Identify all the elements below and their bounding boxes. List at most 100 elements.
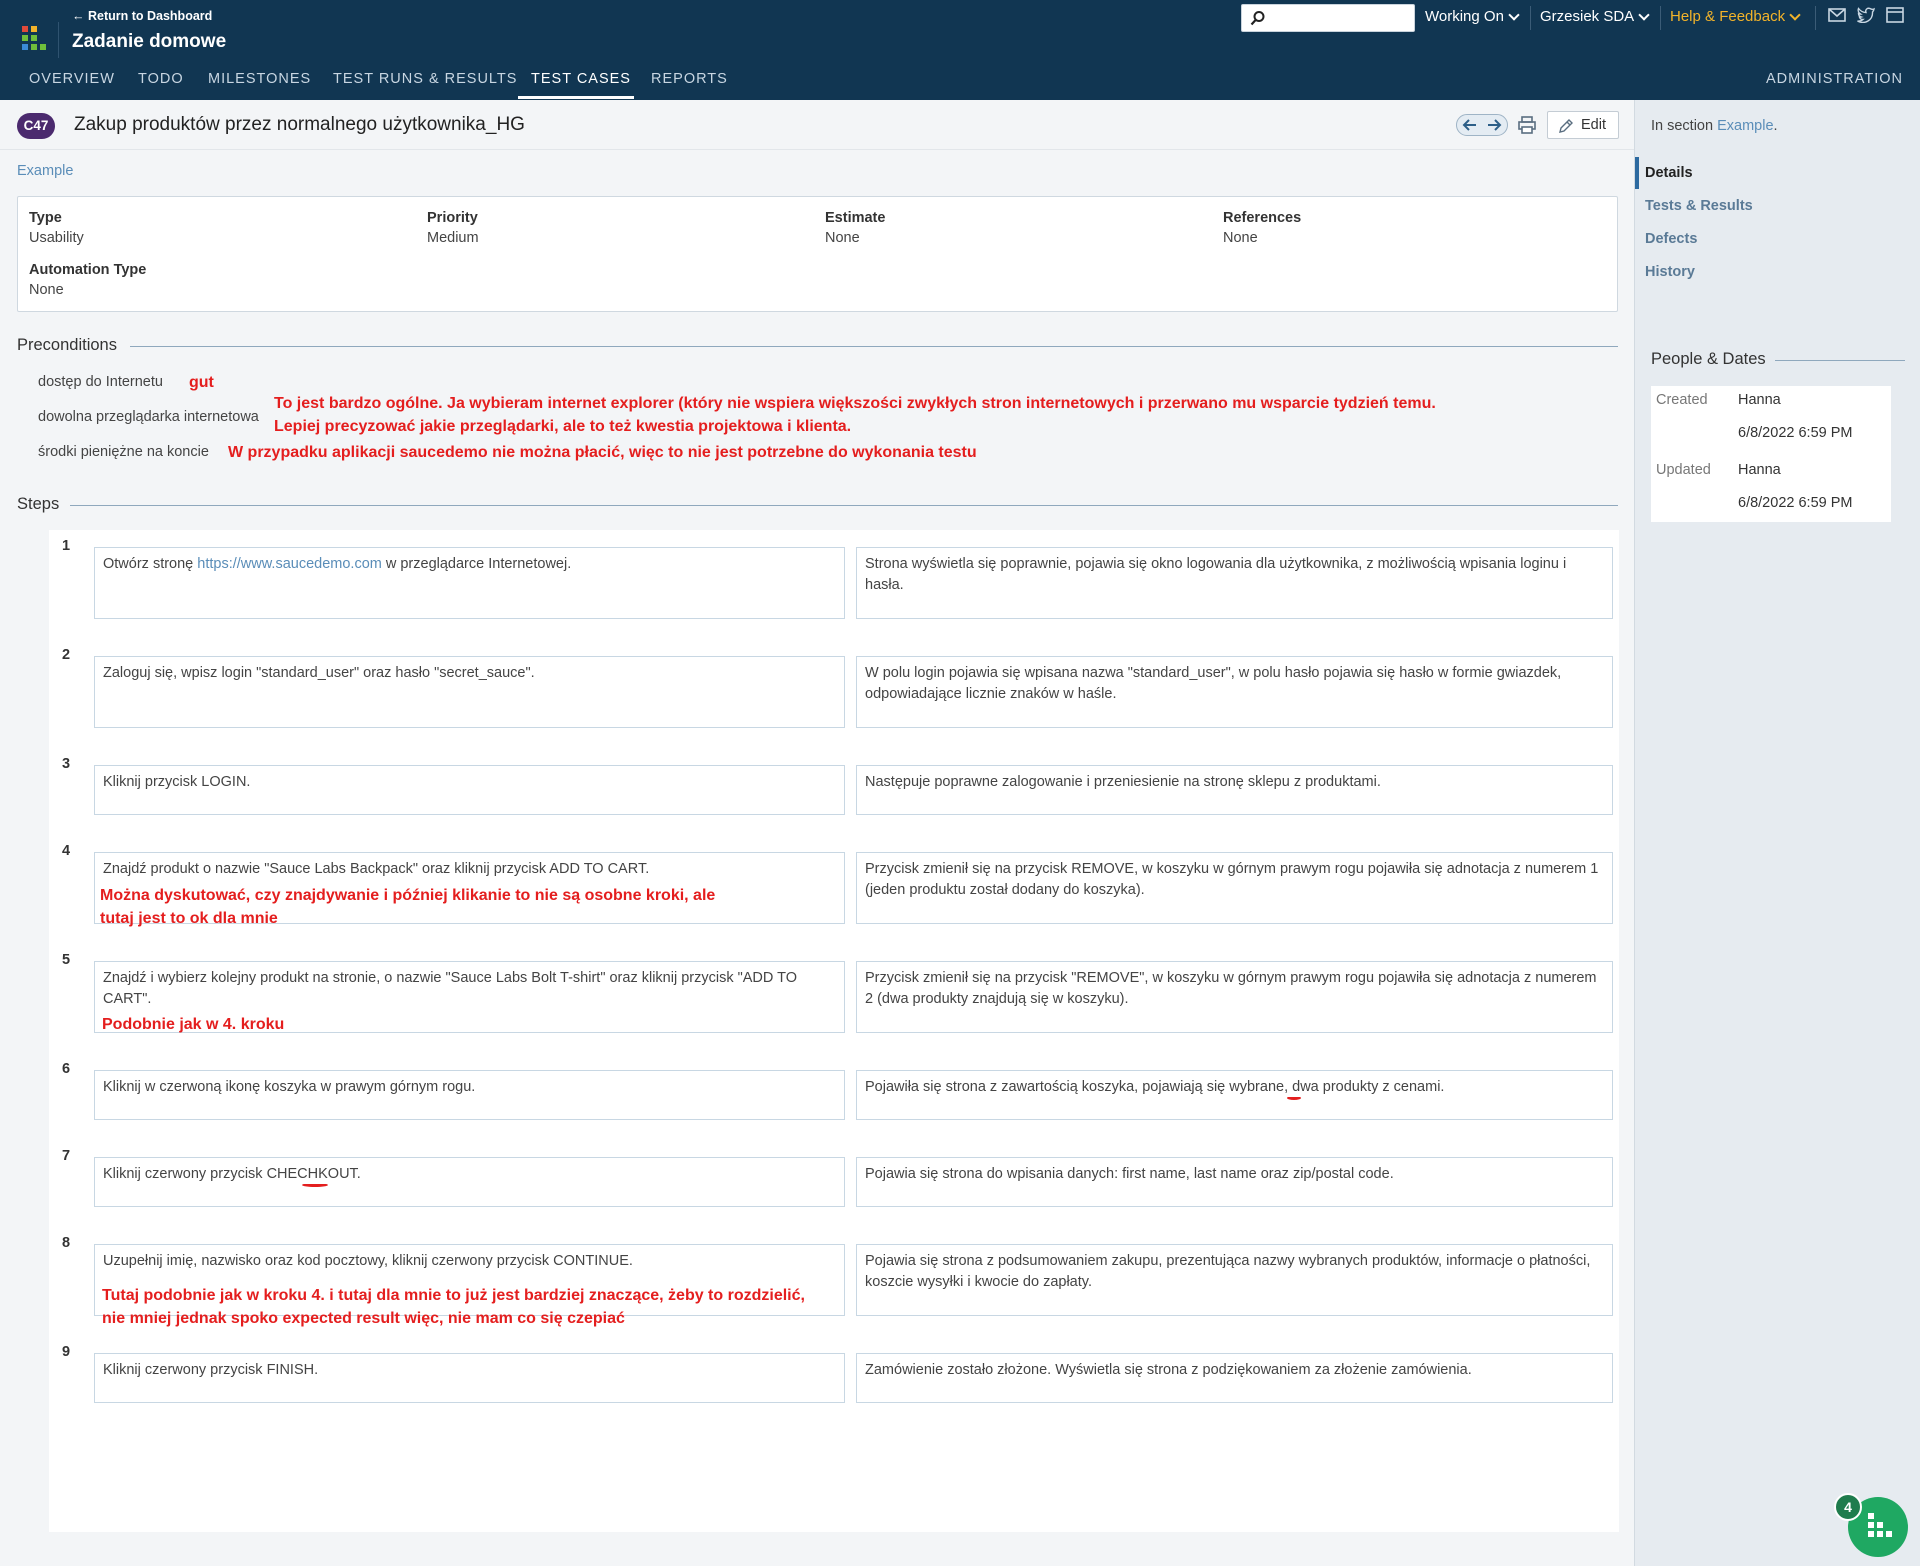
- tab-milestones[interactable]: MILESTONES: [208, 71, 311, 87]
- in-section-link[interactable]: Example: [1717, 118, 1773, 134]
- step-number: 5: [49, 946, 83, 976]
- sidebar-item-tests-results[interactable]: Tests & Results: [1635, 190, 1920, 222]
- previous-case-button[interactable]: [1457, 115, 1482, 135]
- field-label: Priority: [427, 210, 478, 226]
- top-bar: ← Return to Dashboard Zadanie domowe Wor…: [0, 0, 1920, 100]
- review-note: Podobnie jak w 4. kroku: [102, 1016, 285, 1033]
- twitter-icon[interactable]: [1857, 7, 1875, 23]
- created-label: Created: [1656, 392, 1708, 408]
- updated-date: 6/8/2022 6:59 PM: [1738, 495, 1853, 511]
- step-number: 1: [49, 532, 83, 562]
- in-section-info: In section Example.: [1651, 118, 1778, 134]
- help-feedback-menu[interactable]: Help & Feedback: [1670, 8, 1801, 25]
- menu-divider: [1815, 6, 1816, 30]
- annotation-underline: [302, 1183, 328, 1187]
- user-name: Grzesiek SDA: [1540, 8, 1635, 25]
- tab-overview[interactable]: OVERVIEW: [29, 71, 115, 87]
- step-action-text: Otwórz stronę: [103, 556, 198, 572]
- active-tab-indicator: [518, 96, 634, 99]
- field-references: References None: [1223, 210, 1301, 246]
- edit-button-label: Edit: [1581, 117, 1606, 133]
- sidebar-item-label: History: [1645, 264, 1695, 280]
- field-automation-type: Automation Type None: [29, 262, 146, 298]
- main-tabs: OVERVIEW TODO MILESTONES TEST RUNS & RES…: [0, 66, 1920, 100]
- precondition-item: środki pieniężne na koncie: [38, 444, 209, 460]
- step-action-text: w przeglądarce Internetowej.: [381, 556, 572, 572]
- case-title: Zakup produktów przez normalnego użytkow…: [74, 114, 525, 135]
- field-label: Automation Type: [29, 262, 147, 278]
- review-note: W przypadku aplikacji saucedemo nie możn…: [228, 444, 977, 461]
- window-icon[interactable]: [1886, 7, 1904, 23]
- review-note: tutaj jest to ok dla mnie: [100, 910, 278, 927]
- created-by: Hanna: [1738, 392, 1781, 408]
- case-header: C47 Zakup produktów przez normalnego uży…: [0, 100, 1634, 150]
- tab-administration[interactable]: ADMINISTRATION: [1766, 71, 1903, 87]
- section-divider: [70, 505, 1618, 506]
- updated-label: Updated: [1656, 462, 1711, 478]
- step-expected-result: Zamówienie zostało złożone. Wyświetla si…: [856, 1353, 1613, 1403]
- sidebar-item-history[interactable]: History: [1635, 256, 1920, 288]
- tab-reports[interactable]: REPORTS: [651, 71, 728, 87]
- step-number: 3: [49, 750, 83, 780]
- tab-todo[interactable]: TODO: [138, 71, 184, 87]
- pencil-icon: [1559, 119, 1573, 133]
- menu-divider: [1660, 6, 1661, 30]
- app-logo-icon[interactable]: [22, 26, 46, 50]
- mail-icon[interactable]: [1828, 7, 1846, 23]
- step-number: 6: [49, 1055, 83, 1085]
- saucedemo-link[interactable]: https://www.saucedemo.com: [197, 556, 382, 572]
- sidebar-item-details[interactable]: Details: [1635, 157, 1920, 189]
- review-note: gut: [189, 374, 214, 391]
- working-on-menu[interactable]: Working On: [1425, 8, 1520, 25]
- edit-button[interactable]: Edit: [1547, 111, 1619, 139]
- project-title: Zadanie domowe: [72, 31, 227, 52]
- field-value: Usability: [29, 230, 84, 246]
- return-to-dashboard-link[interactable]: ← Return to Dashboard: [72, 9, 212, 23]
- user-menu[interactable]: Grzesiek SDA: [1540, 8, 1650, 25]
- preconditions-heading: Preconditions: [17, 336, 117, 354]
- menu-divider: [1530, 6, 1531, 30]
- step-number: 9: [49, 1338, 83, 1368]
- review-note: Można dyskutować, czy znajdywanie i późn…: [100, 887, 716, 904]
- sidebar-item-label: Details: [1645, 165, 1693, 181]
- review-note: Lepiej precyzować jakie przeglądarki, al…: [274, 418, 852, 435]
- field-priority: Priority Medium: [427, 210, 479, 246]
- print-icon[interactable]: [1517, 115, 1537, 135]
- right-sidebar: In section Example. Details Tests & Resu…: [1634, 100, 1920, 1566]
- field-label: References: [1223, 210, 1302, 226]
- step-action: Zaloguj się, wpisz login "standard_user"…: [94, 656, 845, 728]
- search-input[interactable]: [1241, 4, 1415, 32]
- field-label: Estimate: [825, 210, 886, 226]
- tab-test-cases[interactable]: TEST CASES: [531, 71, 631, 87]
- sidebar-item-label: Defects: [1645, 231, 1698, 247]
- section-breadcrumb-link[interactable]: Example: [17, 163, 73, 179]
- step-number: 2: [49, 641, 83, 671]
- step-number: 7: [49, 1142, 83, 1172]
- case-id-badge: C47: [17, 113, 55, 139]
- chevron-down-icon: [1789, 8, 1801, 21]
- tab-test-runs-results[interactable]: TEST RUNS & RESULTS: [333, 71, 517, 87]
- step-number: 4: [49, 837, 83, 867]
- next-case-button[interactable]: [1482, 115, 1507, 135]
- step-expected-result: Następuje poprawne zalogowanie i przenie…: [856, 765, 1613, 815]
- in-section-prefix: In section: [1651, 118, 1718, 134]
- step-number: 8: [49, 1229, 83, 1259]
- case-fields: Type Usability Priority Medium Estimate …: [17, 196, 1618, 312]
- precondition-item: dostęp do Internetu: [38, 374, 163, 390]
- chevron-down-icon: [1638, 8, 1650, 21]
- field-value: None: [29, 282, 64, 298]
- field-type: Type Usability: [29, 210, 84, 246]
- step-action: Kliknij w czerwoną ikonę koszyka w prawy…: [94, 1070, 845, 1120]
- help-feedback-label: Help & Feedback: [1670, 8, 1786, 25]
- people-dates-panel: Created Hanna 6/8/2022 6:59 PM Updated H…: [1651, 386, 1891, 522]
- working-on-label: Working On: [1425, 8, 1504, 25]
- case-navigation: [1456, 114, 1508, 136]
- search-icon: [1250, 11, 1265, 26]
- step-expected-result: Pojawia się strona z podsumowaniem zakup…: [856, 1244, 1613, 1316]
- precondition-item: dowolna przeglądarka internetowa: [38, 409, 259, 425]
- review-note: To jest bardzo ogólne. Ja wybieram inter…: [274, 395, 1436, 412]
- notification-count-badge: 4: [1834, 1493, 1862, 1521]
- field-value: Medium: [427, 230, 479, 246]
- arrow-right-icon: [1488, 119, 1502, 131]
- sidebar-item-defects[interactable]: Defects: [1635, 223, 1920, 255]
